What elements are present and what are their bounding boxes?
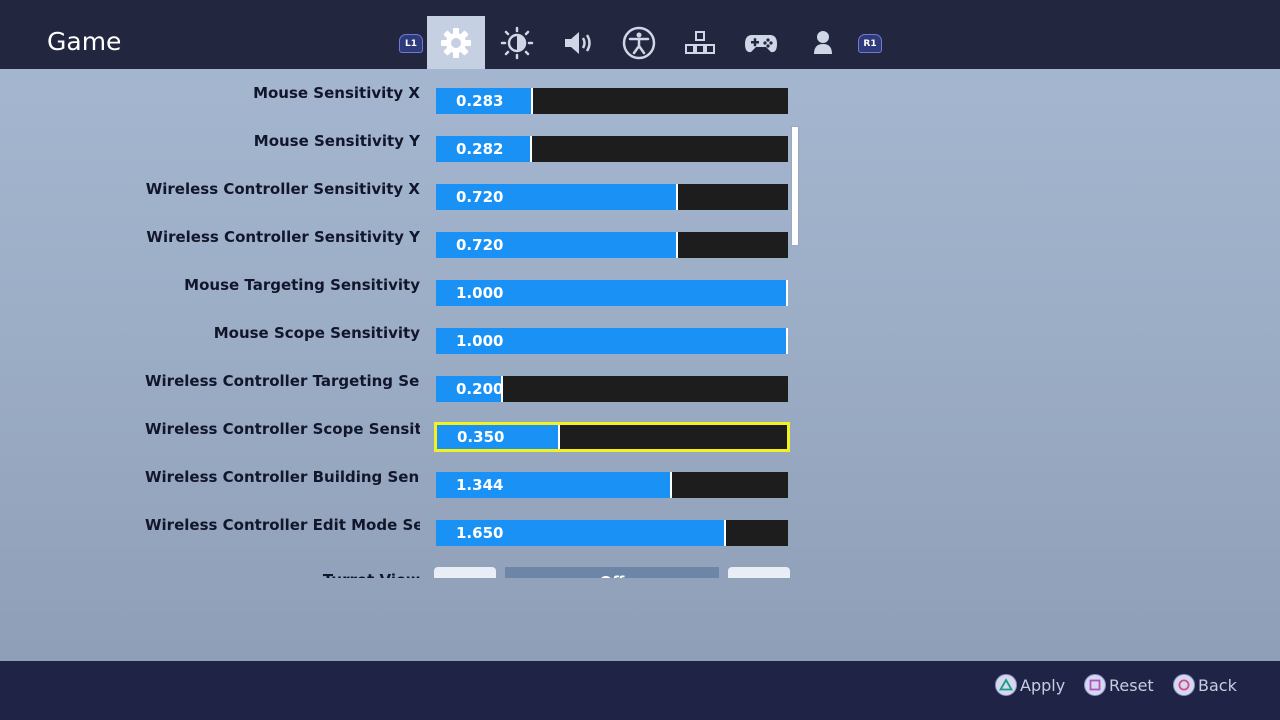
setting-label: Wireless Controller Scope Sensitivit [145,420,420,438]
setting-row[interactable]: Wireless Controller Building Sensitivity… [140,462,800,498]
tab-account[interactable] [794,16,852,69]
sensitivity-slider[interactable]: 0.350 [434,422,790,452]
settings-list[interactable]: Mouse Sensitivity X 0.283 Mouse Sensitivit… [140,78,800,578]
reset-button[interactable]: Reset [1084,673,1154,697]
circle-button-icon [1173,674,1195,696]
tab-accessibility[interactable] [610,16,668,69]
setting-label: Wireless Controller Sensitivity X [145,180,420,198]
gear-icon [441,27,471,58]
slider-value: 0.720 [456,188,504,206]
setting-row[interactable]: Wireless Controller Sensitivity Y 0.720 [140,222,800,258]
sensitivity-slider[interactable]: 1.000 [436,328,788,354]
setting-label: Wireless Controller Edit Mode Sensitivit [145,516,420,534]
user-icon [814,30,832,54]
input-keys-icon [685,30,715,54]
slider-value: 1.000 [456,332,504,350]
sensitivity-slider[interactable]: 0.720 [436,184,788,210]
slider-value: 0.350 [457,428,505,446]
setting-row[interactable]: Wireless Controller Scope Sensitivit 0.35… [140,414,800,452]
tab-game-settings[interactable] [427,16,485,69]
slider-value: 0.282 [456,140,504,158]
accessibility-icon [622,26,656,59]
tab-audio[interactable] [549,16,607,69]
setting-row[interactable]: Mouse Sensitivity Y 0.282 [140,126,800,162]
page-title: Game [47,27,122,56]
speaker-icon [565,31,591,54]
scrollbar[interactable] [791,126,799,246]
footer-bar: Apply Reset Back [0,661,1280,720]
sensitivity-slider[interactable]: 0.282 [436,136,788,162]
sensitivity-slider[interactable]: 0.283 [436,88,788,114]
setting-label: Mouse Targeting Sensitivity [184,276,420,294]
apply-label: Apply [1020,675,1066,695]
r1-bumper-icon[interactable]: R1 [858,34,882,53]
slider-value: 0.283 [456,92,504,110]
top-bar: Game L1 R1 [0,0,1280,69]
scrollbar-thumb[interactable] [791,126,799,246]
slider-value: 0.720 [456,236,504,254]
setting-label: Wireless Controller Targeting Sen [145,372,420,390]
setting-row[interactable]: Mouse Sensitivity X 0.283 [140,78,800,114]
apply-button[interactable]: Apply [995,673,1065,697]
setting-row[interactable]: Wireless Controller Edit Mode Sensitivit… [140,510,800,546]
sensitivity-slider[interactable]: 0.720 [436,232,788,258]
sensitivity-slider[interactable]: 0.200 [436,376,788,402]
slider-value: 0.200 [456,380,504,398]
slider-value: 1.000 [456,284,504,302]
reset-label: Reset [1109,675,1154,695]
back-button[interactable]: Back [1173,673,1237,697]
setting-label: Wireless Controller Sensitivity Y [146,228,420,246]
sensitivity-slider[interactable]: 1.000 [436,280,788,306]
setting-row[interactable]: Wireless Controller Sensitivity X 0.720 [140,174,800,210]
square-button-icon [1084,674,1106,696]
setting-label: Mouse Sensitivity Y [253,132,420,150]
setting-label: Mouse Sensitivity X [253,84,420,102]
slider-value: 1.344 [456,476,504,494]
setting-row[interactable]: Mouse Targeting Sensitivity 1.000 [140,270,800,306]
slider-value: 1.650 [456,524,504,542]
setting-label: Turret View [220,571,420,578]
tab-brightness[interactable] [488,16,546,69]
tab-controller[interactable] [732,16,790,69]
previous-option-button[interactable] [434,567,496,578]
tab-input[interactable] [671,16,729,69]
setting-label: Wireless Controller Building Sensitivity [145,468,420,486]
back-label: Back [1198,675,1237,695]
sensitivity-slider[interactable]: 1.344 [436,472,788,498]
triangle-button-icon [995,674,1017,696]
option-value: Off [505,567,719,578]
brightness-icon [500,26,534,59]
setting-row[interactable]: Wireless Controller Targeting Sen 0.200 [140,366,800,402]
next-option-button[interactable] [728,567,790,578]
l1-bumper-icon[interactable]: L1 [399,34,423,53]
setting-row-partial[interactable]: Turret View Off [140,567,800,578]
option-value-text: Off [505,567,719,578]
setting-row[interactable]: Mouse Scope Sensitivity 1.000 [140,318,800,354]
setting-label: Mouse Scope Sensitivity [213,324,420,342]
sensitivity-slider[interactable]: 1.650 [436,520,788,546]
gamepad-icon [745,34,777,52]
